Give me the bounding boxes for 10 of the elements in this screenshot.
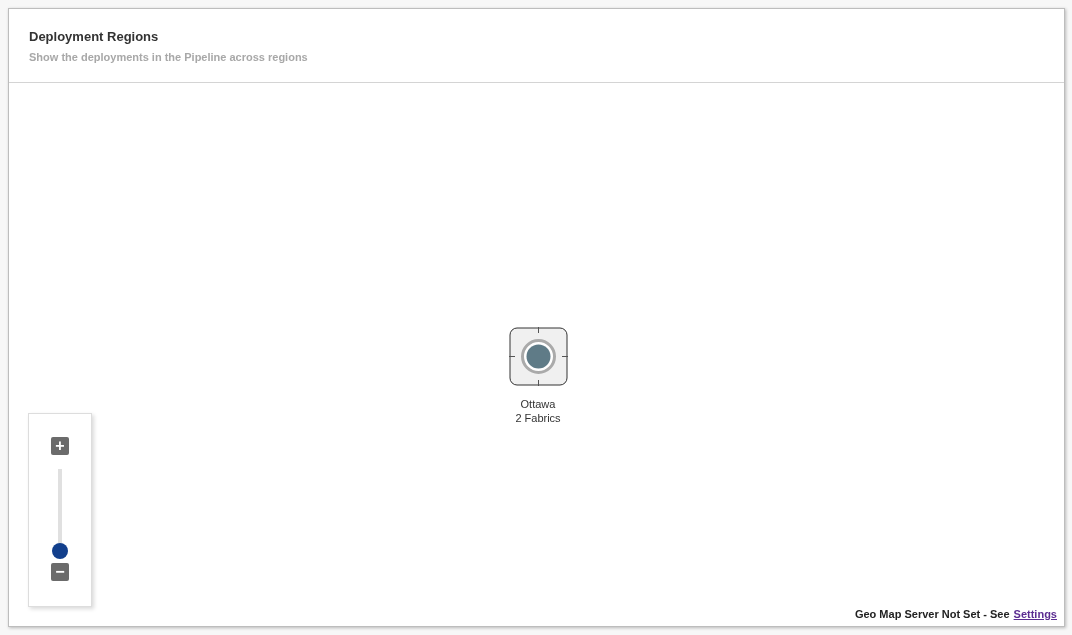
panel-title: Deployment Regions (29, 29, 160, 45)
zoom-out-button[interactable]: − (51, 563, 69, 581)
location-marker-icon[interactable] (508, 327, 568, 386)
zoom-slider-thumb[interactable] (52, 543, 68, 559)
panel-subtitle: Show the deployments in the Pipeline across regions (29, 50, 309, 65)
map-server-notice: Geo Map Server Not Set - See (854, 606, 1010, 622)
marker-label: Ottawa (520, 397, 556, 411)
zoom-in-button[interactable]: + (51, 437, 69, 455)
marker-detail: 2 Fabrics (515, 411, 561, 425)
settings-link[interactable]: Settings (1013, 605, 1057, 622)
